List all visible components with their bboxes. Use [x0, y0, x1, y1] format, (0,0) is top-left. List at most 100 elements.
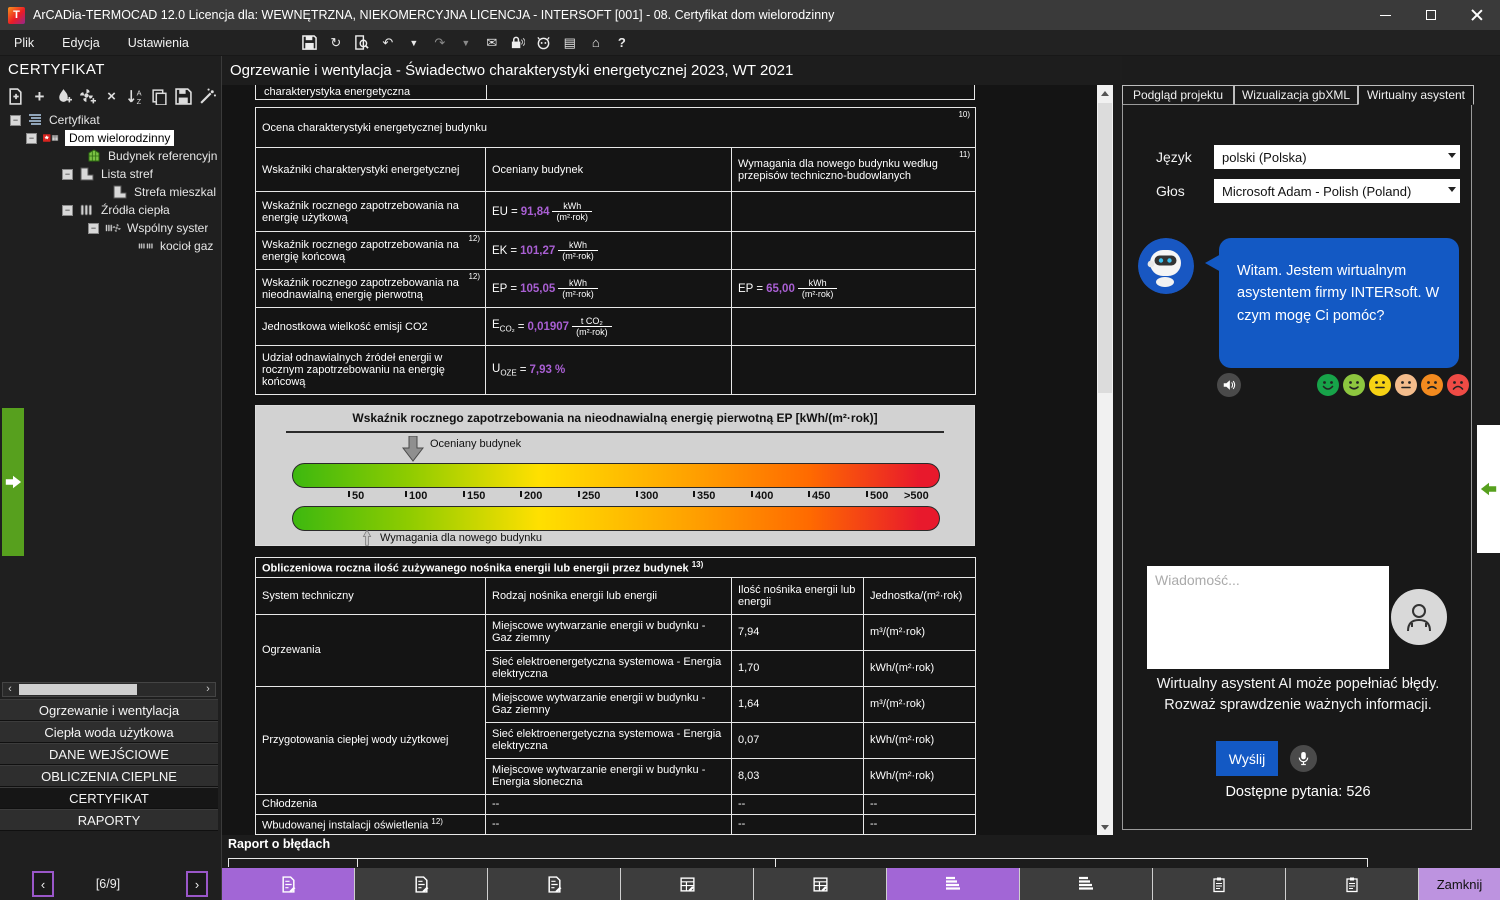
- add-ventilation-icon[interactable]: [77, 86, 98, 107]
- undo-icon[interactable]: ↶: [377, 32, 399, 54]
- nav-obliczenia-cieplne[interactable]: OBLICZENIA CIEPLNE: [0, 765, 218, 787]
- tab-podglad-projektu[interactable]: Podgląd projektu: [1122, 85, 1234, 105]
- emoji-slightly-unhappy-icon[interactable]: [1395, 374, 1417, 396]
- nav-ciepla-woda-uzytkowa[interactable]: Ciepła woda użytkowa: [0, 721, 218, 743]
- scroll-right-icon[interactable]: ›: [201, 683, 215, 696]
- tab-wizualizacja-gbxml[interactable]: Wizualizacja gbXML: [1234, 85, 1358, 105]
- emoji-very-unhappy-icon[interactable]: [1447, 374, 1469, 396]
- carrier-cell: --: [486, 794, 732, 814]
- close-report-button[interactable]: Zamknij: [1419, 868, 1500, 900]
- summary-list-button-1[interactable]: [887, 868, 1020, 900]
- report-document-icon[interactable]: ▤: [559, 32, 581, 54]
- menu-edycja[interactable]: Edycja: [48, 30, 114, 56]
- new-certificate-icon[interactable]: [5, 86, 26, 107]
- report-page-button-1[interactable]: [222, 868, 355, 900]
- delete-element-icon[interactable]: ×: [101, 86, 122, 107]
- wizard-icon[interactable]: [197, 86, 218, 107]
- voice-select[interactable]: Microsoft Adam - Polish (Poland): [1214, 179, 1460, 203]
- report-page-button-2[interactable]: [355, 868, 488, 900]
- available-questions: Dostępne pytania: 526: [1123, 784, 1473, 800]
- col-header-carrier: Rodzaj nośnika energii lub energii: [486, 577, 732, 614]
- nav-dane-wejsciowe[interactable]: DANE WEJŚCIOWE: [0, 743, 218, 765]
- collapse-icon[interactable]: −: [62, 205, 73, 216]
- tree-item-budynek-referencyjny[interactable]: Budynek referencyjn: [0, 147, 222, 165]
- redo-options-icon[interactable]: ▼: [455, 32, 477, 54]
- report-page-button-3[interactable]: [488, 868, 621, 900]
- help-icon[interactable]: ?: [611, 32, 633, 54]
- panel-collapse-handle[interactable]: [1477, 425, 1500, 553]
- report-table-button-1[interactable]: [621, 868, 754, 900]
- undo-options-icon[interactable]: ▼: [403, 32, 425, 54]
- row-label-ek: Wskaźnik rocznego zapotrzebowania na ene…: [256, 232, 486, 270]
- scrollbar-thumb[interactable]: [1098, 103, 1112, 393]
- next-page-button[interactable]: ›: [186, 871, 208, 897]
- report-table-button-2[interactable]: [754, 868, 887, 900]
- collapse-icon[interactable]: −: [88, 223, 99, 234]
- scroll-up-icon[interactable]: [1097, 85, 1113, 101]
- system-oswietlenie: Wbudowanej instalacji oświetlenia 12): [256, 814, 486, 834]
- home-alert-icon[interactable]: ⌂: [585, 32, 607, 54]
- mic-button[interactable]: [1290, 745, 1317, 772]
- clipboard-report-button-2[interactable]: [1286, 868, 1419, 900]
- summary-list-button-2[interactable]: [1020, 868, 1153, 900]
- chevron-down-icon: [1448, 153, 1456, 158]
- emoji-unhappy-icon[interactable]: [1421, 374, 1443, 396]
- minimize-button[interactable]: [1362, 0, 1408, 30]
- redo-icon[interactable]: ↷: [429, 32, 451, 54]
- document-vertical-scrollbar[interactable]: [1097, 85, 1113, 835]
- certificate-document[interactable]: charakterystyka energetyczna Ocena chara…: [222, 85, 1097, 835]
- license-lock-icon[interactable]: [507, 32, 529, 54]
- close-button[interactable]: [1454, 0, 1500, 30]
- maximize-icon: [1426, 10, 1436, 20]
- sidebar-expand-handle[interactable]: [2, 408, 24, 556]
- collapse-icon[interactable]: −: [26, 133, 37, 144]
- send-button[interactable]: Wyślij: [1216, 741, 1278, 776]
- collapse-icon[interactable]: −: [10, 115, 21, 126]
- requirement-eu: [732, 192, 976, 232]
- send-mail-icon[interactable]: ✉: [481, 32, 503, 54]
- tree-item-zrodla-ciepla[interactable]: − Źródła ciepła: [0, 201, 222, 219]
- save-project-icon[interactable]: [173, 86, 194, 107]
- tree-item-certyfikat[interactable]: − Certyfikat: [0, 111, 222, 129]
- tree-item-lista-stref[interactable]: − Lista stref: [0, 165, 222, 183]
- speaker-button[interactable]: [1217, 373, 1241, 397]
- clipboard-report-button-1[interactable]: [1153, 868, 1286, 900]
- save-icon[interactable]: [299, 32, 321, 54]
- add-element-icon[interactable]: +: [29, 86, 50, 107]
- emoji-very-happy-icon[interactable]: [1317, 374, 1339, 396]
- emoji-neutral-icon[interactable]: [1369, 374, 1391, 396]
- copy-element-icon[interactable]: [149, 86, 170, 107]
- scroll-left-icon[interactable]: ‹: [3, 683, 17, 696]
- sort-elements-icon[interactable]: AZ: [125, 86, 146, 107]
- collapse-icon[interactable]: −: [62, 169, 73, 180]
- menu-plik[interactable]: Plik: [0, 30, 48, 56]
- refresh-icon[interactable]: ↻: [325, 32, 347, 54]
- message-input[interactable]: [1147, 566, 1389, 669]
- tree-item-wspolny-system[interactable]: − Wspólny syster: [0, 219, 222, 237]
- maximize-button[interactable]: [1408, 0, 1454, 30]
- tree-item-strefa-mieszkalna[interactable]: Strefa mieszkal: [0, 183, 222, 201]
- nav-certyfikat[interactable]: CERTYFIKAT: [0, 787, 218, 809]
- emoji-happy-icon[interactable]: [1343, 374, 1365, 396]
- nav-raporty[interactable]: RAPORTY: [0, 809, 218, 831]
- add-heat-source-icon[interactable]: [53, 86, 74, 107]
- language-select[interactable]: polski (Polska): [1214, 145, 1460, 169]
- energy-assessment-table: Ocena charakterystyki energetycznej budy…: [255, 107, 976, 395]
- scrollbar-thumb[interactable]: [19, 684, 137, 695]
- tab-wirtualny-asystent[interactable]: Wirtualny asystent: [1358, 85, 1474, 105]
- prev-page-button[interactable]: ‹: [32, 871, 54, 897]
- scrollbar-track[interactable]: [17, 683, 201, 696]
- energy-carrier-table: Obliczeniowa roczna ilość zużywanego noś…: [255, 557, 976, 835]
- tree-item-dom-wielorodzinny[interactable]: − Dom wielorodzinny: [0, 129, 222, 147]
- bottom-strip: Raport o błędach Zamknij: [222, 835, 1500, 900]
- scroll-down-icon[interactable]: [1097, 819, 1113, 835]
- nav-ogrzewanie-i-wentylacja[interactable]: Ogrzewanie i wentylacja: [0, 699, 218, 721]
- menu-ustawienia[interactable]: Ustawienia: [114, 30, 203, 56]
- chart-title: Wskaźnik rocznego zapotrzebowania na nie…: [256, 411, 974, 425]
- assistant-robot-icon[interactable]: [533, 32, 555, 54]
- print-preview-icon[interactable]: [351, 32, 373, 54]
- tree-item-kociol-gazowy[interactable]: kocioł gaz: [0, 237, 222, 255]
- bot-avatar: [1138, 238, 1194, 294]
- sidebar-horizontal-scrollbar[interactable]: ‹ ›: [2, 682, 216, 697]
- carrier-cell: Miejscowe wytwarzanie energii w budynku …: [486, 686, 732, 722]
